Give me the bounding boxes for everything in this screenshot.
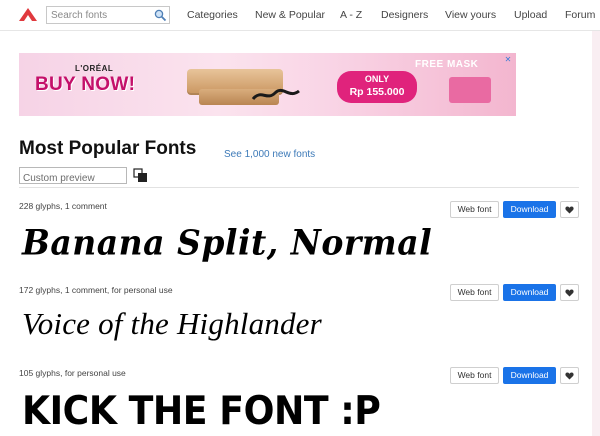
download-button[interactable]: Download (503, 284, 556, 301)
nav-a-z[interactable]: A - Z (340, 9, 362, 21)
search-box (46, 6, 170, 24)
ad-mask-image (449, 77, 491, 103)
ad-brand: L'ORÉAL (75, 64, 114, 73)
font-meta: 172 glyphs, 1 comment, for personal use (19, 285, 173, 295)
search-icon[interactable] (153, 8, 167, 22)
nav-view-yours[interactable]: View yours (445, 9, 496, 21)
font-meta: 105 glyphs, for personal use (19, 368, 126, 378)
ad-price-label: Rp 155.000 (349, 86, 405, 98)
ad-price-badge: ONLY Rp 155.000 (337, 71, 417, 103)
download-button[interactable]: Download (503, 201, 556, 218)
heart-icon (565, 289, 574, 297)
page-side-strip (592, 31, 600, 436)
preview-options-icon[interactable] (133, 168, 148, 183)
nav-categories[interactable]: Categories (187, 9, 238, 21)
page-title: Most Popular Fonts (19, 138, 197, 159)
nav-new-popular[interactable]: New & Popular (255, 9, 325, 21)
heart-icon (565, 206, 574, 214)
ad-free-mask-label: FREE MASK (415, 59, 479, 70)
nav-designers[interactable]: Designers (381, 9, 428, 21)
custom-preview-field (19, 167, 127, 186)
ad-headline: BUY NOW! (35, 74, 136, 95)
favorite-button[interactable] (560, 284, 579, 301)
web-font-button[interactable]: Web font (450, 284, 499, 301)
ad-only-label: ONLY (364, 74, 390, 84)
nav-upload[interactable]: Upload (514, 9, 547, 21)
new-fonts-link[interactable]: See 1,000 new fonts (224, 149, 315, 160)
ad-brush-image (251, 88, 300, 101)
favorite-button[interactable] (560, 201, 579, 218)
nav-forum[interactable]: Forum (565, 9, 595, 21)
font-sample[interactable]: Voice of the Highlander (22, 306, 322, 342)
top-bar: Categories New & Popular A - Z Designers… (0, 0, 600, 31)
font-sample[interactable]: KICK THE FONT :P (22, 389, 381, 434)
download-button[interactable]: Download (503, 367, 556, 384)
search-input[interactable] (47, 7, 151, 23)
font-sample[interactable]: Banana Split, Normal (22, 222, 432, 263)
dafont-logo-icon[interactable] (17, 6, 39, 22)
custom-preview-input[interactable] (20, 171, 126, 186)
web-font-button[interactable]: Web font (450, 367, 499, 384)
font-meta: 228 glyphs, 1 comment (19, 201, 107, 211)
ad-banner[interactable]: L'ORÉAL BUY NOW! ONLY Rp 155.000 FREE MA… (19, 53, 516, 116)
favorite-button[interactable] (560, 367, 579, 384)
ad-close-icon[interactable]: ✕ (503, 55, 513, 65)
heart-icon (565, 372, 574, 380)
divider (19, 187, 579, 188)
web-font-button[interactable]: Web font (450, 201, 499, 218)
